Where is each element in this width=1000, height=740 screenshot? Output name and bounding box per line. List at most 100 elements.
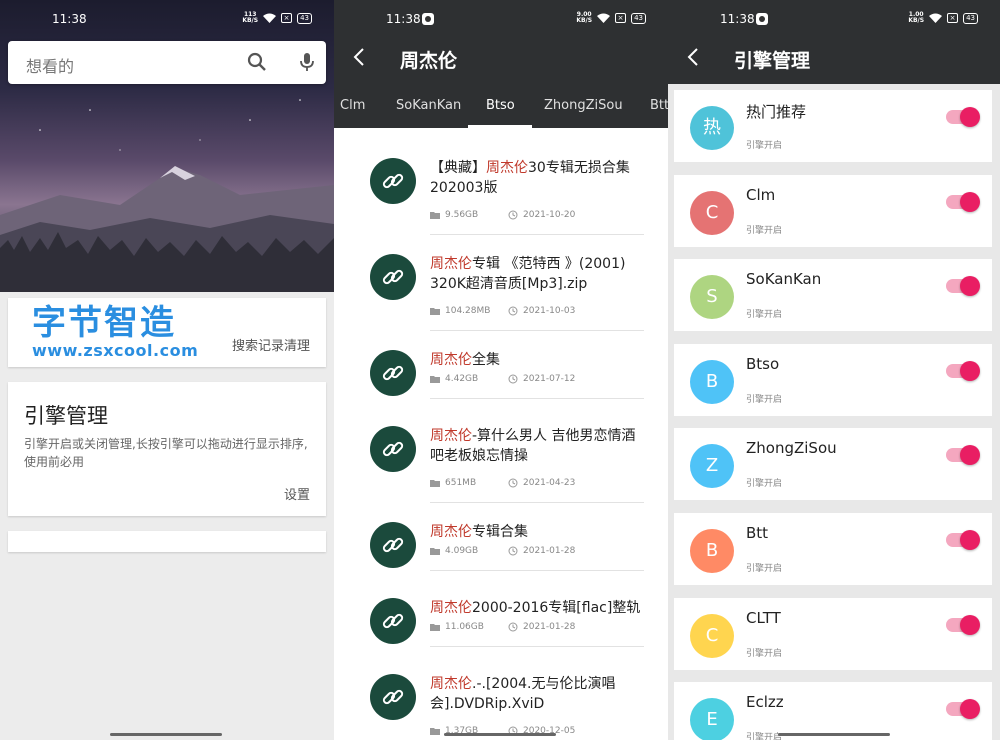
engine-avatar: Z	[690, 444, 734, 489]
clear-search-history-button[interactable]: 搜索记录清理	[232, 335, 310, 354]
result-title: 周杰伦专辑 《范特西 》(2001) 320K超清音质[Mp3].zip	[430, 256, 626, 292]
result-date: 2021-10-20	[523, 210, 576, 220]
engine-item[interactable]: C CLTT 引擎开启	[674, 597, 992, 670]
engine-item[interactable]: Z ZhongZiSou 引擎开启	[674, 428, 992, 501]
engine-item[interactable]: C Clm 引擎开启	[674, 174, 992, 247]
result-date: 2021-01-28	[523, 622, 576, 632]
engine-toggle[interactable]	[946, 360, 980, 381]
engine-avatar: C	[690, 190, 734, 235]
tab-clm[interactable]: Clm	[340, 98, 365, 113]
engine-management-screen: 11:38 1.00 KB/S × 43 引擎管理 热 热门推荐 引擎开启 C …	[668, 0, 1000, 740]
result-title: 【典藏】周杰伦30专辑无损合集202003版	[430, 160, 630, 196]
tab-btso[interactable]: Btso	[486, 98, 515, 113]
net-speed: 113 KB/S	[242, 11, 259, 24]
wifi-icon	[597, 13, 611, 23]
link-icon	[382, 537, 404, 553]
divider	[430, 330, 644, 331]
link-avatar	[370, 350, 416, 396]
engine-item[interactable]: B Btso 引擎开启	[674, 343, 992, 416]
engine-item[interactable]: 热 热门推荐 引擎开启	[674, 90, 992, 162]
engine-settings-button[interactable]: 设置	[284, 484, 310, 503]
engine-item[interactable]: B Btt 引擎开启	[674, 513, 992, 585]
toggle-knob	[960, 699, 980, 720]
engine-item[interactable]: S SoKanKan 引擎开启	[674, 259, 992, 332]
divider	[430, 570, 644, 571]
notification-icon	[756, 13, 768, 25]
engine-toggle[interactable]	[946, 614, 980, 635]
link-icon	[382, 689, 404, 705]
result-meta: 4.09GB 2021-01-28	[430, 546, 575, 556]
tab-zhongzisou[interactable]: ZhongZiSou	[544, 98, 623, 113]
engine-toggle[interactable]	[946, 107, 980, 127]
folder-icon	[430, 624, 440, 631]
result-date: 2021-07-12	[523, 374, 576, 384]
engine-toggle[interactable]	[946, 191, 980, 212]
status-time: 11:38	[386, 12, 421, 26]
page-title: 引擎管理	[734, 50, 811, 72]
microphone-icon[interactable]	[296, 51, 318, 73]
link-avatar	[370, 598, 416, 644]
back-arrow-icon[interactable]	[686, 46, 700, 68]
engine-item[interactable]: E Eclzz 引擎开启	[674, 682, 992, 740]
result-meta: 4.42GB 2021-07-12	[430, 374, 575, 384]
home-indicator[interactable]	[110, 733, 222, 736]
link-avatar	[370, 426, 416, 472]
engine-toggle[interactable]	[946, 699, 980, 720]
clock-icon	[508, 546, 518, 556]
engine-toggle[interactable]	[946, 445, 980, 466]
toggle-knob	[960, 276, 980, 297]
engine-name: SoKanKan	[746, 270, 822, 289]
engine-toggle[interactable]	[946, 276, 980, 297]
search-bar[interactable]: 想看的	[8, 41, 326, 84]
engine-card-description: 引擎开启或关闭管理,长按引擎可以拖动进行显示排序,使用前必用	[24, 437, 308, 469]
wifi-icon	[929, 13, 943, 23]
toggle-knob	[960, 360, 980, 381]
home-indicator[interactable]	[444, 733, 556, 736]
tab-sokankan[interactable]: SoKanKan	[396, 98, 461, 113]
engine-name: Eclzz	[746, 693, 784, 712]
net-speed: 9.00 KB/S	[576, 11, 593, 24]
engine-name: Clm	[746, 185, 776, 204]
status-time: 11:38	[720, 12, 755, 26]
back-arrow-icon[interactable]	[352, 46, 366, 68]
search-input[interactable]: 想看的	[26, 53, 74, 77]
result-title: 周杰伦-算什么男人 吉他男恋情酒吧老板娘忘情操	[430, 428, 636, 464]
result-size: 11.06GB	[445, 622, 484, 632]
result-title: 周杰伦全集	[430, 352, 500, 368]
toggle-knob	[960, 530, 980, 550]
divider	[430, 398, 644, 399]
result-size: 4.09GB	[445, 546, 479, 556]
result-meta: 11.06GB 2021-01-28	[430, 622, 575, 632]
sim-icon: ×	[281, 13, 293, 23]
link-icon	[382, 269, 404, 285]
folder-icon	[430, 376, 440, 383]
search-icon[interactable]	[246, 51, 268, 73]
net-speed: 1.00 KB/S	[908, 11, 925, 24]
clock-icon	[508, 374, 518, 384]
sim-icon: ×	[947, 13, 959, 23]
toggle-knob	[960, 191, 980, 212]
status-bar: 11:38 1.00 KB/S × 43	[668, 0, 1000, 38]
clock-icon	[508, 622, 518, 632]
engine-avatar: E	[690, 698, 734, 740]
status-bar: 11:38 113 KB/S × 43	[0, 0, 334, 38]
engine-status: 引擎开启	[746, 394, 783, 405]
engine-name: Btt	[746, 524, 769, 542]
status-bar: 11:38 9.00 KB/S × 43	[334, 0, 668, 38]
logo-card: 字节智造 www.zsxcool.com 搜索记录清理	[8, 298, 326, 367]
engine-name: 热门推荐	[746, 103, 807, 121]
tab-btt[interactable]: Btt	[650, 98, 668, 113]
engine-status: 引擎开启	[746, 564, 783, 574]
engine-status: 引擎开启	[746, 310, 783, 321]
toggle-knob	[960, 445, 980, 466]
clock-icon	[508, 210, 518, 220]
link-icon	[382, 365, 404, 381]
home-indicator[interactable]	[778, 733, 890, 736]
link-avatar	[370, 674, 416, 720]
result-date: 2021-10-03	[523, 306, 576, 316]
link-icon	[382, 441, 404, 457]
result-meta: 104.28MB 2021-10-03	[430, 306, 575, 316]
clock-icon	[508, 306, 518, 316]
engine-toggle[interactable]	[946, 530, 980, 550]
engine-card-title: 引擎管理	[24, 404, 108, 428]
